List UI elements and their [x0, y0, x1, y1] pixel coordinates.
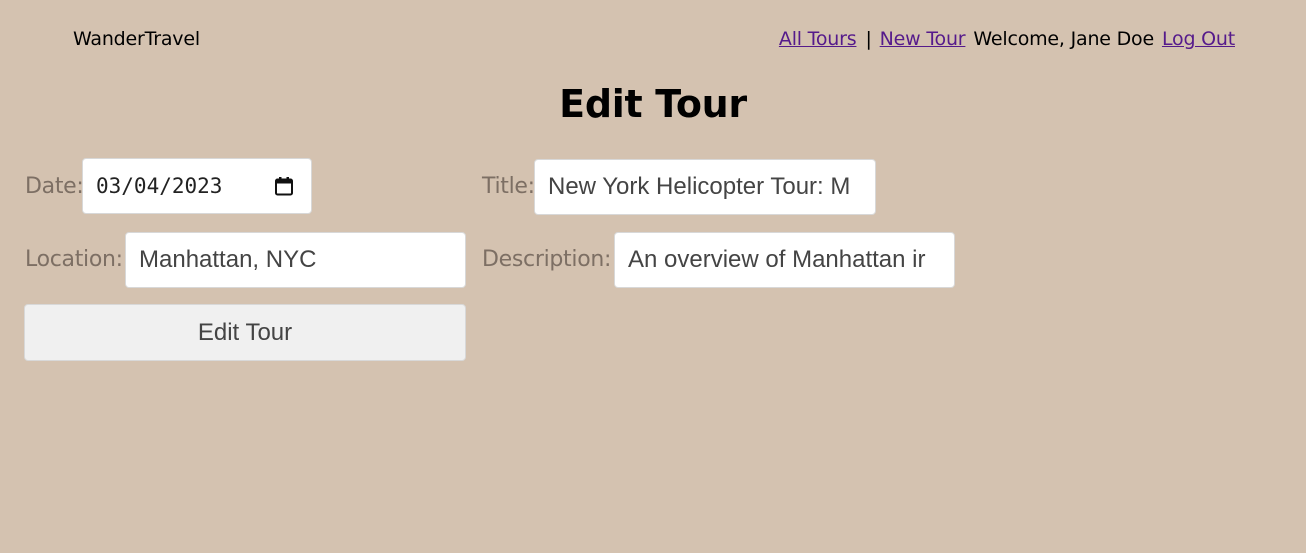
edit-tour-button[interactable]: Edit Tour	[24, 304, 466, 361]
nav-links: All Tours | New Tour Welcome, Jane Doe Log O…	[779, 28, 1235, 50]
description-label: Description:	[482, 247, 612, 272]
new-tour-link[interactable]: New Tour	[880, 28, 966, 50]
navbar: WanderTravel All Tours | New Tour Welcome, …	[0, 0, 1306, 78]
date-input[interactable]: 03/04/2023	[82, 158, 312, 214]
log-out-link[interactable]: Log Out	[1162, 28, 1235, 50]
date-label: Date:	[25, 174, 84, 199]
location-label: Location:	[25, 247, 123, 272]
title-input[interactable]: New York Helicopter Tour: M	[534, 159, 876, 215]
description-input[interactable]: An overview of Manhattan ir	[614, 232, 955, 288]
location-value: Manhattan, NYC	[139, 246, 317, 273]
welcome-text: Welcome, Jane Doe	[973, 28, 1154, 50]
all-tours-link[interactable]: All Tours	[779, 28, 857, 50]
date-value: 03/04/2023	[96, 174, 223, 198]
page-title: Edit Tour	[559, 82, 747, 126]
calendar-icon[interactable]	[274, 176, 294, 196]
nav-separator: |	[865, 28, 872, 50]
title-value: New York Helicopter Tour: M	[548, 173, 851, 200]
title-label: Title:	[482, 174, 535, 199]
brand-logo-text[interactable]: WanderTravel	[73, 28, 200, 50]
description-value: An overview of Manhattan ir	[628, 246, 926, 273]
location-input[interactable]: Manhattan, NYC	[125, 232, 466, 288]
